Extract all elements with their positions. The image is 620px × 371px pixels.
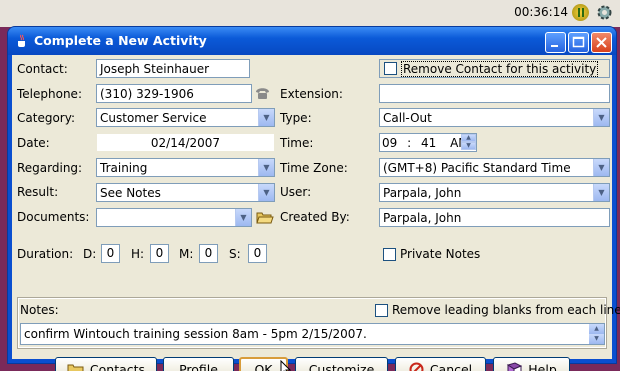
category-select[interactable]: Customer Service ▼ — [96, 108, 275, 127]
created-by-label: Created By: — [280, 210, 350, 224]
remove-blanks-label: Remove leading blanks from each line — [392, 303, 620, 317]
contact-label: Contact: — [17, 62, 68, 76]
customize-button-label: Customize — [308, 361, 375, 371]
system-tray: 00:36:14 — [0, 0, 620, 27]
remove-blanks-checkbox[interactable] — [375, 304, 388, 317]
customize-button[interactable]: Customize — [295, 357, 388, 371]
type-label: Type: — [280, 111, 312, 125]
minutes-label: M: — [179, 247, 194, 261]
minutes-field[interactable]: 0 — [199, 244, 218, 263]
contact-field[interactable]: Joseph Steinhauer — [96, 59, 250, 78]
days-field[interactable]: 0 — [101, 244, 120, 263]
private-notes-checkbox[interactable] — [383, 248, 396, 261]
activity-dialog: Complete a New Activity Contact: Joseph … — [8, 27, 620, 371]
regarding-value: Training — [100, 161, 148, 175]
result-select[interactable]: See Notes ▼ — [96, 183, 275, 202]
result-label: Result: — [17, 185, 59, 199]
regarding-label: Regarding: — [17, 161, 83, 175]
timezone-value: (GMT+8) Pacific Standard Time — [383, 161, 571, 175]
user-label: User: — [280, 185, 312, 199]
notes-textarea[interactable]: confirm Wintouch training session 8am - … — [20, 323, 605, 345]
help-book-icon — [507, 361, 523, 371]
time-minute[interactable]: 41 — [421, 136, 436, 150]
spin-up-icon[interactable]: ▲ — [461, 134, 476, 142]
notes-label: Notes: — [20, 303, 59, 317]
result-value: See Notes — [100, 186, 161, 200]
profile-button-label: Profile — [179, 361, 218, 371]
scroll-up-icon[interactable]: ▲ — [589, 324, 604, 334]
seconds-field[interactable]: 0 — [248, 244, 267, 263]
time-hour[interactable]: 09 — [382, 136, 397, 150]
time-spinner[interactable]: ▲ ▼ — [461, 134, 476, 151]
help-button[interactable]: Help — [493, 357, 570, 371]
time-separator: : — [407, 136, 412, 150]
type-select[interactable]: Call-Out ▼ — [379, 108, 610, 127]
java-cup-icon — [15, 34, 29, 48]
help-button-label: Help — [528, 361, 557, 371]
notes-panel: Notes: Remove leading blanks from each l… — [18, 298, 620, 348]
contacts-button-label: Contacts — [89, 361, 146, 371]
notes-scrollbar[interactable]: ▲ ▼ — [589, 324, 604, 344]
chevron-down-icon[interactable]: ▼ — [235, 209, 251, 226]
hours-label: H: — [131, 247, 145, 261]
mouse-cursor-icon — [277, 359, 292, 371]
timezone-select[interactable]: (GMT+8) Pacific Standard Time ▼ — [379, 158, 610, 177]
chevron-down-icon[interactable]: ▼ — [593, 184, 609, 201]
hours-field[interactable]: 0 — [150, 244, 169, 263]
window-title: Complete a New Activity — [34, 33, 207, 48]
dialog-body: Contact: Joseph Steinhauer Remove Contac… — [12, 55, 620, 371]
duration-label: Duration: — [17, 247, 74, 261]
chevron-down-icon[interactable]: ▼ — [258, 184, 274, 201]
extension-field[interactable] — [379, 84, 610, 103]
user-select[interactable]: Parpala, John ▼ — [379, 183, 610, 202]
title-bar[interactable]: Complete a New Activity — [8, 27, 616, 55]
chevron-down-icon[interactable]: ▼ — [258, 159, 274, 176]
ok-button-label: OK — [254, 361, 273, 371]
spin-down-icon[interactable]: ▼ — [461, 142, 476, 150]
telephone-label: Telephone: — [17, 87, 82, 101]
time-label: Time: — [280, 136, 314, 150]
cancel-button-label: Cancel — [429, 361, 473, 371]
remove-contact-checkbox[interactable] — [384, 62, 397, 75]
private-notes-label: Private Notes — [400, 247, 481, 261]
chevron-down-icon[interactable]: ▼ — [593, 109, 609, 126]
maximize-button[interactable] — [568, 32, 589, 53]
created-by-field[interactable]: Parpala, John — [379, 208, 610, 227]
phone-dial-icon[interactable] — [255, 86, 270, 100]
gear-icon[interactable] — [596, 4, 613, 21]
contacts-button[interactable]: Contacts — [55, 357, 157, 371]
folder-open-icon[interactable] — [256, 209, 274, 225]
cancel-button[interactable]: Cancel — [395, 357, 486, 371]
chevron-down-icon[interactable]: ▼ — [593, 159, 609, 176]
notes-text: confirm Wintouch training session 8am - … — [24, 327, 367, 341]
extension-label: Extension: — [280, 87, 343, 101]
documents-select[interactable]: ▼ — [96, 208, 252, 227]
pause-icon[interactable] — [572, 4, 589, 21]
documents-label: Documents: — [17, 210, 90, 224]
chevron-down-icon[interactable]: ▼ — [258, 109, 274, 126]
cancel-icon — [409, 362, 424, 371]
date-label: Date: — [17, 136, 50, 150]
date-field[interactable]: 02/14/2007 — [96, 133, 275, 152]
telephone-field[interactable]: (310) 329-1906 — [96, 84, 252, 103]
profile-button[interactable]: Profile — [163, 357, 234, 371]
scroll-down-icon[interactable]: ▼ — [589, 334, 604, 344]
folder-icon — [67, 364, 84, 371]
user-value: Parpala, John — [383, 186, 462, 200]
timezone-label: Time Zone: — [280, 161, 348, 175]
minimize-button[interactable] — [545, 32, 566, 53]
remove-contact-label: Remove Contact for this activity — [401, 61, 599, 77]
close-button[interactable] — [591, 32, 612, 53]
category-value: Customer Service — [100, 111, 207, 125]
category-label: Category: — [17, 111, 75, 125]
remove-contact-group: Remove Contact for this activity — [379, 59, 610, 78]
days-label: D: — [83, 247, 97, 261]
clock: 00:36:14 — [514, 5, 568, 19]
seconds-label: S: — [229, 247, 241, 261]
type-value: Call-Out — [383, 111, 432, 125]
regarding-select[interactable]: Training ▼ — [96, 158, 275, 177]
